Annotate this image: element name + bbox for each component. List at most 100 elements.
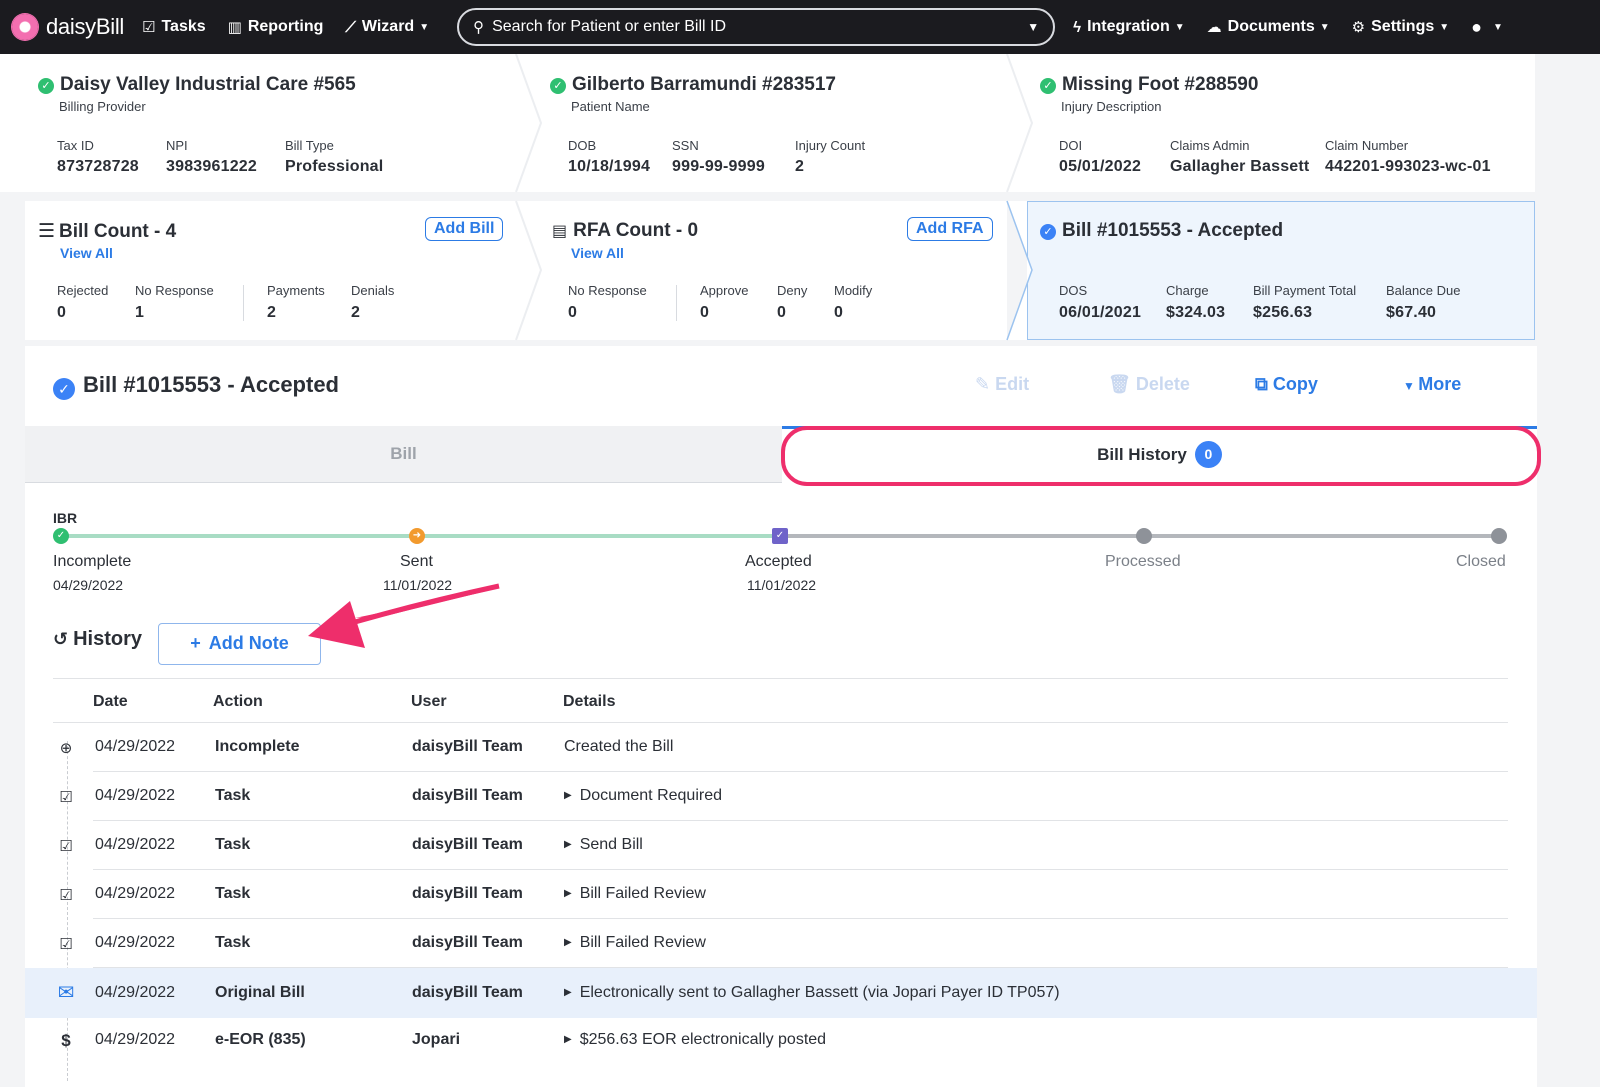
nav-user-menu[interactable]: ● ▼	[1471, 17, 1503, 38]
row-details-text: Send Bill	[579, 836, 643, 853]
search-input[interactable]	[492, 18, 1028, 36]
envelope-icon: ✉	[57, 982, 75, 1004]
stage-processed-label: Processed	[1105, 553, 1181, 570]
chevron-down-icon: ▼	[419, 21, 430, 33]
row-action: Incomplete	[215, 738, 300, 755]
nav-integration[interactable]: ϟ Integration ▼	[1073, 18, 1185, 36]
card-chevron-separators	[515, 54, 1034, 341]
search-box[interactable]: ⚲ ▼	[457, 8, 1056, 46]
nav-tasks[interactable]: ☑ Tasks	[142, 18, 206, 36]
top-navbar: daisyBill ☑ Tasks ▥ Reporting ⟋ Wizard ▼ ⚲ ▼…	[0, 0, 1600, 54]
gear-icon: ⚙	[1351, 19, 1366, 36]
table-row[interactable]: ☑ 04/29/2022 Task daisyBill Team ▶ Docume…	[25, 772, 1537, 821]
table-row[interactable]: ✉ 04/29/2022 Original Bill daisyBill Tea…	[25, 968, 1537, 1018]
row-date: 04/29/2022	[95, 885, 176, 902]
table-row[interactable]: ☑ 04/29/2022 Task daisyBill Team ▶ Bill F…	[25, 870, 1537, 919]
clipboard-check-icon: ☑	[59, 838, 73, 855]
plus-circle-icon: ⊕	[59, 740, 73, 757]
row-action: Task	[215, 934, 251, 951]
dollar-icon: $	[61, 1031, 71, 1050]
row-user: daisyBill Team	[412, 738, 523, 755]
row-details[interactable]: ▶ Document Required	[564, 787, 722, 805]
clipboard-check-icon: ☑	[59, 789, 73, 806]
row-user: daisyBill Team	[412, 787, 523, 804]
row-details-text: Electronically sent to Gallagher Bassett…	[579, 984, 1060, 1001]
clipboard-check-icon: ☑	[59, 887, 73, 904]
chevron-down-icon: ▼	[1439, 21, 1450, 33]
cloud-upload-icon: ☁	[1206, 19, 1222, 36]
clipboard-check-icon: ☑	[142, 19, 156, 36]
table-row[interactable]: ☑ 04/29/2022 Task daisyBill Team ▶ Bill F…	[25, 919, 1537, 968]
stage-closed-dot	[1491, 528, 1507, 544]
expand-caret-icon: ▶	[564, 888, 572, 899]
expand-caret-icon: ▶	[564, 790, 572, 801]
nav-documents[interactable]: ☁ Documents ▼	[1207, 18, 1330, 36]
row-user: daisyBill Team	[412, 934, 523, 951]
more-button[interactable]: ▼ More	[1403, 374, 1461, 395]
delete-button[interactable]: 🗑 Delete	[1108, 374, 1190, 395]
row-details[interactable]: ▶ Send Bill	[564, 836, 643, 854]
row-action: Task	[215, 787, 251, 804]
more-label: More	[1418, 374, 1462, 394]
brand-logo[interactable]: daisyBill	[12, 14, 124, 40]
row-action: Original Bill	[215, 984, 305, 1001]
row-details: Created the Bill	[564, 738, 674, 755]
row-date: 04/29/2022	[95, 836, 176, 853]
copy-label: Copy	[1272, 374, 1318, 394]
stage-closed-label: Closed	[1456, 553, 1506, 570]
row-details-text: Document Required	[579, 787, 722, 804]
col-details[interactable]: Details	[563, 693, 615, 711]
table-row[interactable]: ⊕ 04/29/2022 Incomplete daisyBill Team C…	[25, 723, 1537, 772]
row-details[interactable]: ▶ $256.63 EOR electronically posted	[564, 1031, 826, 1049]
expand-caret-icon: ▶	[564, 1034, 572, 1045]
nav-settings[interactable]: ⚙ Settings ▼	[1352, 18, 1449, 36]
col-action[interactable]: Action	[213, 693, 263, 711]
caret-down-icon: ▼	[1403, 379, 1419, 393]
bill-detail-panel: ✓ Bill #1015553 - Accepted ✎ Edit 🗑 Delet…	[25, 346, 1541, 1087]
expand-caret-icon: ▶	[564, 839, 572, 850]
clipboard-check-icon: ☑	[59, 936, 73, 953]
bar-chart-icon: ▥	[227, 19, 242, 36]
row-date: 04/29/2022	[95, 984, 176, 1001]
annotation-arrow	[308, 583, 500, 648]
row-details-text: $256.63 EOR electronically posted	[579, 1031, 827, 1048]
nav-integration-label: Integration	[1087, 18, 1170, 35]
row-user: Jopari	[412, 1031, 461, 1048]
row-details-text: Bill Failed Review	[579, 885, 706, 902]
nav-tasks-label: Tasks	[161, 18, 206, 35]
row-user: daisyBill Team	[412, 836, 523, 853]
row-details[interactable]: ▶ Electronically sent to Gallagher Basset…	[564, 984, 1060, 1002]
copy-button[interactable]: ⧉ Copy	[1255, 374, 1318, 395]
row-action: Task	[215, 885, 251, 902]
brand-name: daisyBill	[46, 14, 124, 39]
row-details-text: Bill Failed Review	[579, 934, 706, 951]
nav-wizard-label: Wizard	[361, 18, 415, 35]
chevron-down-icon: ▼	[1319, 21, 1330, 33]
nav-documents-label: Documents	[1227, 18, 1315, 35]
edit-label: Edit	[995, 374, 1030, 394]
row-date: 04/29/2022	[95, 1031, 176, 1048]
nav-wizard[interactable]: ⟋ Wizard ▼	[345, 18, 429, 36]
lightning-icon: ϟ	[1073, 18, 1082, 36]
nav-reporting[interactable]: ▥ Reporting	[228, 18, 324, 36]
table-row[interactable]: ☑ 04/29/2022 Task daisyBill Team ▶ Send B…	[25, 821, 1537, 870]
row-details[interactable]: ▶ Bill Failed Review	[564, 934, 706, 952]
page-scrollbar[interactable]	[1562, 54, 1600, 1087]
delete-label: Delete	[1135, 374, 1190, 394]
stage-accepted-check-icon: ✓	[772, 528, 788, 544]
table-row[interactable]: $ 04/29/2022 e-EOR (835) Jopari ▶ $256.63…	[25, 1018, 1537, 1067]
edit-button[interactable]: ✎ Edit	[975, 374, 1029, 395]
chevron-down-icon: ▼	[1174, 21, 1185, 33]
col-date[interactable]: Date	[93, 693, 128, 711]
stage-accepted-label: Accepted	[745, 553, 812, 570]
expand-caret-icon: ▶	[564, 937, 572, 948]
chevron-down-icon[interactable]: ▼	[1027, 20, 1039, 34]
stage-accepted-date: 11/01/2022	[747, 577, 817, 593]
col-user[interactable]: User	[411, 693, 447, 711]
row-date: 04/29/2022	[95, 934, 176, 951]
row-details[interactable]: ▶ Bill Failed Review	[564, 885, 706, 903]
daisy-logo-icon	[12, 14, 38, 40]
row-action: e-EOR (835)	[215, 1031, 306, 1048]
expand-caret-icon: ▶	[564, 987, 572, 998]
search-icon: ⚲	[473, 19, 485, 36]
